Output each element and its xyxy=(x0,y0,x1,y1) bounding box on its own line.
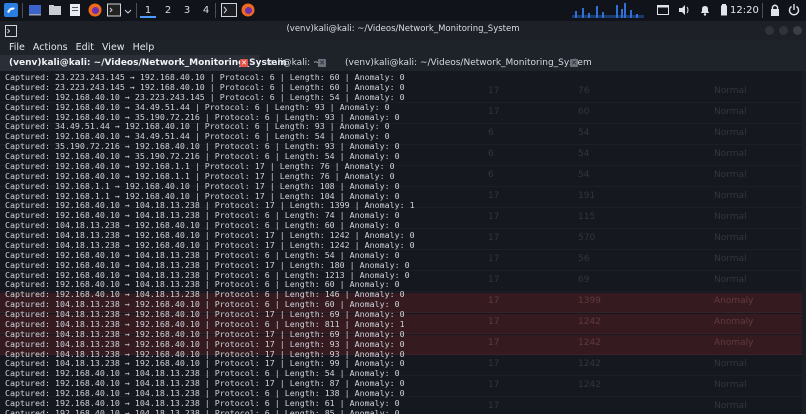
terminal-scrollbar[interactable] xyxy=(802,71,806,414)
window-title: (venv)kali@kali: ~/Videos/Network_Monito… xyxy=(286,24,520,34)
menu-bar: File Actions Edit View Help xyxy=(0,40,806,55)
tab-close-icon[interactable]: ✕ xyxy=(240,59,248,67)
tab-label: (venv)kali@kali: ~/Videos/Network_Monito… xyxy=(345,58,592,68)
tab-label: kali@kali: ~ xyxy=(267,58,321,68)
menu-help[interactable]: Help xyxy=(133,42,155,53)
tab-close-icon[interactable]: ✕ xyxy=(570,59,578,67)
workspace-1[interactable]: 1 xyxy=(140,3,156,18)
menu-file[interactable]: File xyxy=(9,42,25,53)
maximize-button[interactable] xyxy=(779,26,788,35)
terminal-lines: Captured: 23.223.243.145 → 192.168.40.10… xyxy=(5,72,800,414)
tab-bar: (venv)kali@kali: ~/Videos/Network_Monito… xyxy=(0,55,806,71)
text-editor-icon[interactable] xyxy=(68,3,82,17)
terminal-output[interactable]: 17 76 Normal 17 60 Normal 6 54 Normal 6 54 Normal 6 5… xyxy=(0,71,806,414)
network-graph-icon xyxy=(572,2,644,18)
file-manager-icon[interactable] xyxy=(48,3,62,17)
tab-network-monitoring-2[interactable]: (venv)kali@kali: ~/Videos/Network_Monito… xyxy=(336,55,592,71)
tab-kali-home[interactable]: kali@kali: ~ ✕ xyxy=(258,55,328,71)
power-icon[interactable] xyxy=(787,3,801,17)
window-titlebar[interactable]: (venv)kali@kali: ~/Videos/Network_Monito… xyxy=(0,21,806,41)
menu-edit[interactable]: Edit xyxy=(76,42,94,53)
workspace-3[interactable]: 3 xyxy=(179,3,195,18)
top-panel: 1 2 3 4 12:20 xyxy=(0,0,806,21)
chevron-down-icon[interactable] xyxy=(123,4,137,18)
menu-actions[interactable]: Actions xyxy=(33,42,68,53)
lock-icon[interactable] xyxy=(768,3,782,17)
panel-separator xyxy=(22,3,23,18)
menu-view[interactable]: View xyxy=(102,42,125,53)
panel-separator xyxy=(136,3,137,18)
tab-network-monitoring-1[interactable]: (venv)kali@kali: ~/Videos/Network_Monito… xyxy=(0,55,287,71)
workspace-2[interactable]: 2 xyxy=(160,3,176,18)
terminal-icon[interactable] xyxy=(107,3,121,17)
window-list-icon[interactable] xyxy=(656,3,670,17)
terminal-line: Captured: 192.168.40.10 → 104.18.13.238 … xyxy=(5,407,400,414)
firefox-icon[interactable] xyxy=(88,3,102,17)
close-button[interactable] xyxy=(793,26,802,35)
taskbar-firefox-icon[interactable] xyxy=(241,3,255,17)
volume-icon[interactable] xyxy=(677,3,691,17)
kali-menu-icon[interactable] xyxy=(4,3,18,17)
notifications-icon[interactable] xyxy=(698,3,712,17)
tab-close-icon[interactable]: ✕ xyxy=(318,59,326,67)
minimize-button[interactable] xyxy=(765,26,774,35)
workspace-4[interactable]: 4 xyxy=(198,3,214,18)
panel-separator xyxy=(762,3,763,18)
taskbar-terminal-icon[interactable] xyxy=(221,3,237,17)
show-desktop-icon[interactable] xyxy=(28,3,42,17)
panel-separator xyxy=(215,3,216,18)
clock[interactable]: 12:20 xyxy=(730,3,759,18)
